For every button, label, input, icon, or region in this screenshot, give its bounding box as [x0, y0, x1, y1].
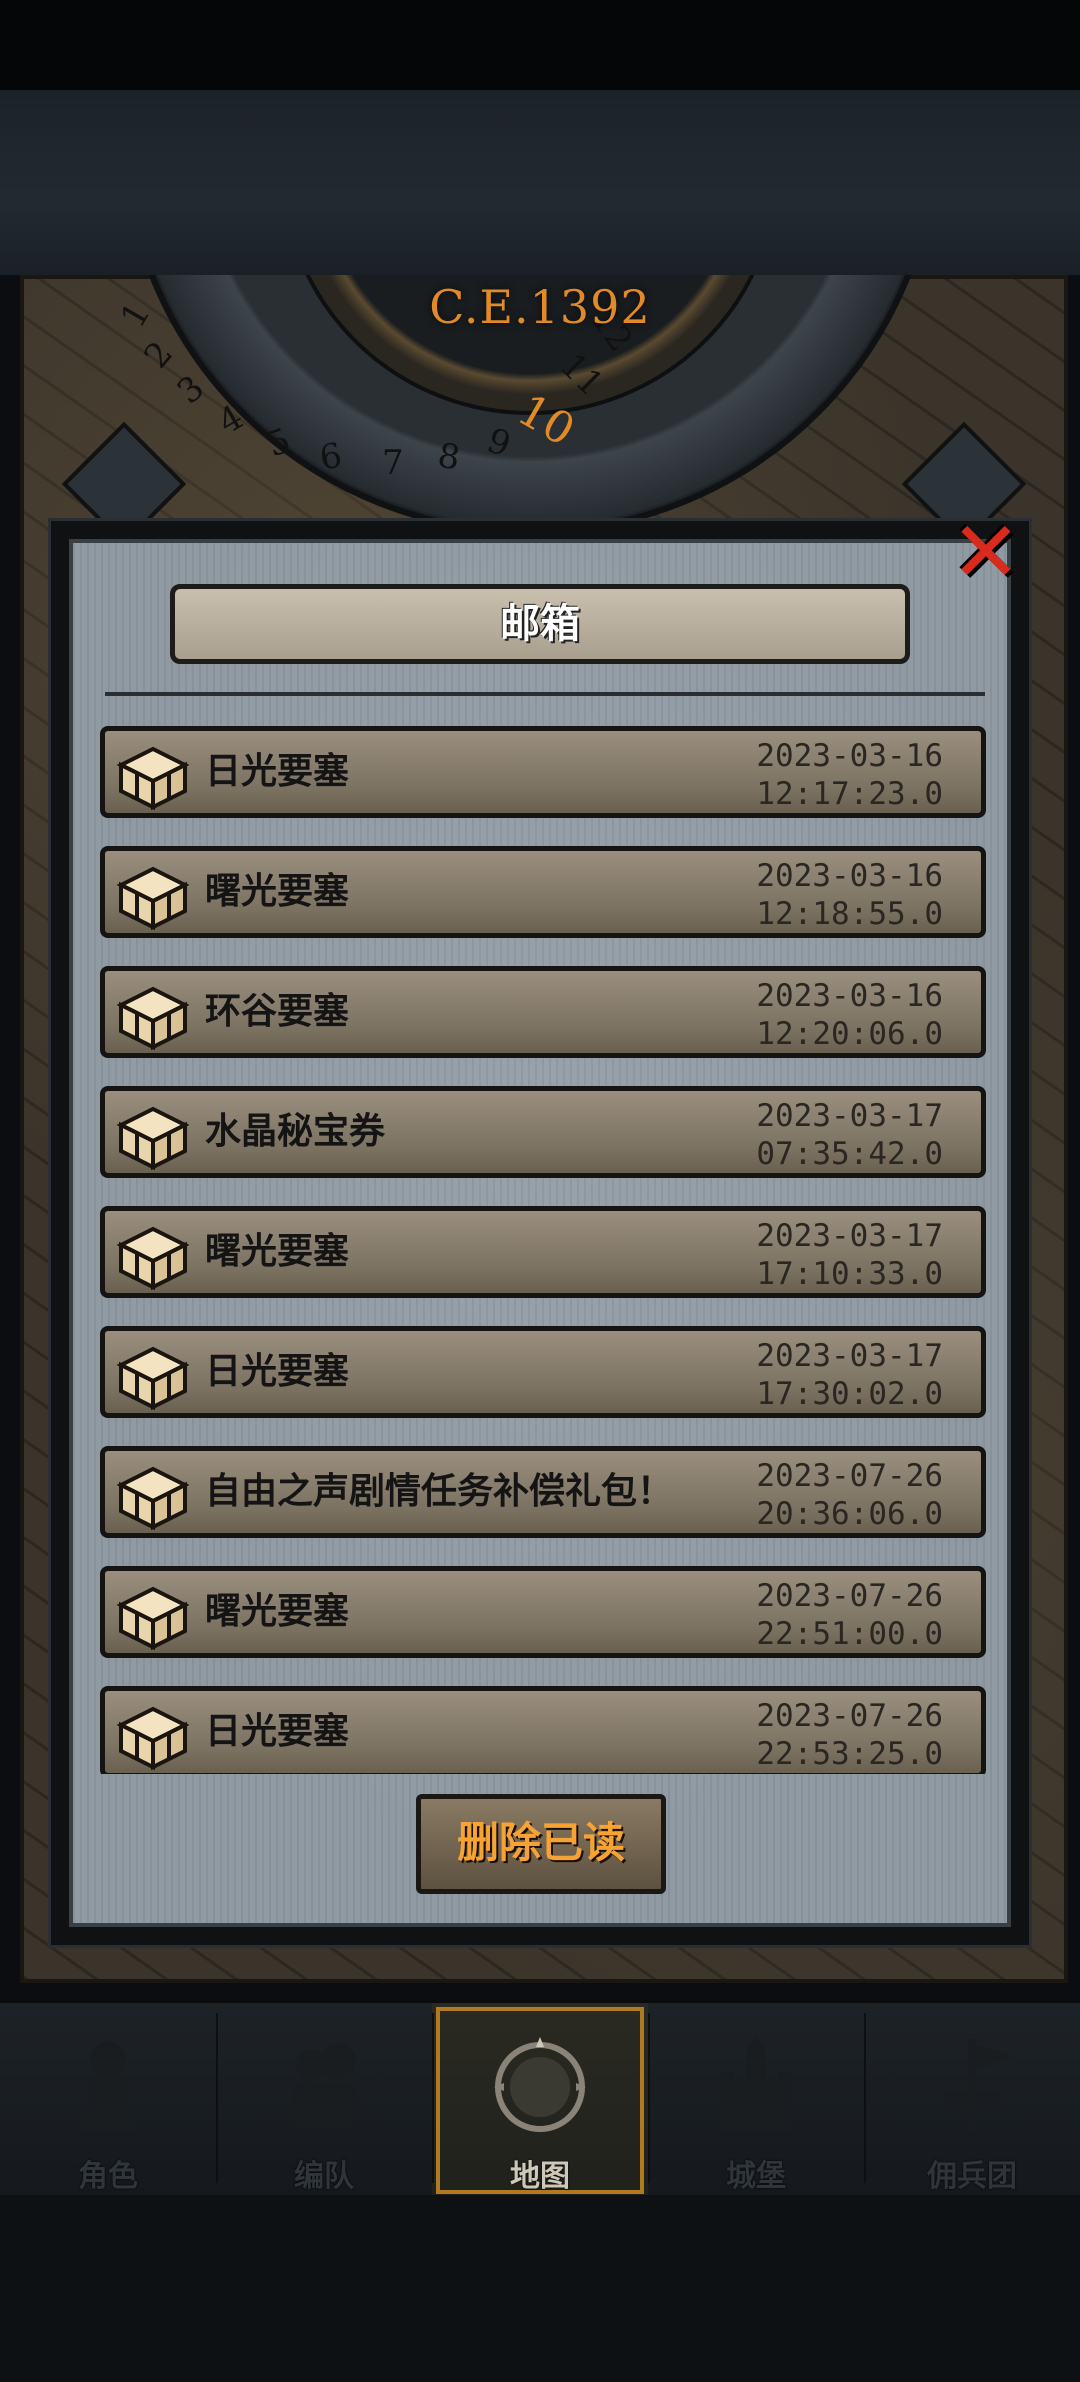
nav-label: 地图 [510, 2159, 570, 2194]
mail-date: 2023-03-17 [756, 1338, 943, 1374]
mail-title: 水晶秘宝券 [205, 1111, 386, 1152]
title-divider [105, 692, 985, 696]
mail-title: 日光要塞 [205, 1711, 350, 1752]
mail-title: 日光要塞 [205, 1351, 350, 1392]
mail-time: 17:30:02.0 [756, 1376, 943, 1412]
mail-timestamp: 2023-07-26 22:51:00.0 [756, 1577, 943, 1653]
nav-separator [648, 2013, 650, 2183]
chest-icon [113, 1335, 193, 1411]
chest-icon [113, 975, 193, 1051]
chest-icon [113, 1455, 193, 1531]
mail-title: 环谷要塞 [205, 991, 350, 1032]
mail-timestamp: 2023-03-17 17:10:33.0 [756, 1217, 943, 1293]
mail-date: 2023-03-17 [756, 1098, 943, 1134]
chest-icon [113, 1095, 193, 1171]
mail-timestamp: 2023-03-17 07:35:42.0 [756, 1097, 943, 1173]
mail-timestamp: 2023-03-16 12:18:55.0 [756, 857, 943, 933]
mail-time: 07:35:42.0 [756, 1136, 943, 1172]
nav-item[interactable]: 佣兵团 [864, 2003, 1080, 2198]
mercenary-banner-icon [922, 2031, 1022, 2141]
status-bar [0, 0, 1080, 90]
system-nav-area [0, 2195, 1080, 2382]
mail-time: 17:10:33.0 [756, 1256, 943, 1292]
mail-time: 12:20:06.0 [756, 1016, 943, 1052]
mail-time: 20:36:06.0 [756, 1496, 943, 1532]
nav-separator [864, 2013, 866, 2183]
mail-item[interactable]: 日光要塞 2023-07-26 22:53:25.0 [100, 1686, 986, 1774]
mail-time: 22:53:25.0 [756, 1736, 943, 1772]
mail-title: 曙光要塞 [205, 871, 350, 912]
mail-timestamp: 2023-03-16 12:17:23.0 [756, 737, 943, 813]
mail-title: 自由之声剧情任务补偿礼包！ [205, 1471, 674, 1512]
nav-separator [216, 2013, 218, 2183]
close-icon[interactable]: ✕ [950, 510, 1022, 594]
mail-item[interactable]: 水晶秘宝券 2023-03-17 07:35:42.0 [100, 1086, 986, 1178]
mail-timestamp: 2023-03-16 12:20:06.0 [756, 977, 943, 1053]
nav-label: 角色 [78, 2159, 138, 2194]
mail-date: 2023-03-16 [756, 858, 943, 894]
chest-icon [113, 1695, 193, 1771]
mail-date: 2023-07-26 [756, 1578, 943, 1614]
year-label: C.E.1392 [429, 280, 651, 334]
chest-icon [113, 1575, 193, 1651]
mail-timestamp: 2023-07-26 20:36:06.0 [756, 1457, 943, 1533]
chest-icon [113, 855, 193, 931]
squad-icon [274, 2031, 374, 2141]
mail-time: 22:51:00.0 [756, 1616, 943, 1652]
mail-item[interactable]: 日光要塞 2023-03-17 17:30:02.0 [100, 1326, 986, 1418]
castle-icon [706, 2031, 806, 2141]
mail-time: 12:17:23.0 [756, 776, 943, 812]
mail-date: 2023-07-26 [756, 1458, 943, 1494]
mail-list[interactable]: 日光要塞 2023-03-16 12:17:23.0 曙光要塞 2023-03-16 12… [100, 726, 986, 1774]
knight-icon [58, 2031, 158, 2141]
dial-number: 2 [136, 333, 182, 377]
chest-icon [113, 735, 193, 811]
mail-date: 2023-07-26 [756, 1698, 943, 1734]
nav-label: 编队 [294, 2159, 354, 2194]
mail-item[interactable]: 曙光要塞 2023-03-16 12:18:55.0 [100, 846, 986, 938]
nav-item[interactable]: 地图 [432, 2003, 648, 2198]
mail-item[interactable]: 自由之声剧情任务补偿礼包！ 2023-07-26 20:36:06.0 [100, 1446, 986, 1538]
bottom-nav: 角色 编队 地图 城堡 佣兵团 [0, 2000, 1080, 2198]
nav-item[interactable]: 编队 [216, 2003, 432, 2198]
mail-item[interactable]: 曙光要塞 2023-03-17 17:10:33.0 [100, 1206, 986, 1298]
mail-date: 2023-03-16 [756, 978, 943, 1014]
mail-title: 日光要塞 [205, 751, 350, 792]
nav-label: 城堡 [726, 2159, 786, 2194]
nav-item[interactable]: 角色 [0, 2003, 216, 2198]
mail-time: 12:18:55.0 [756, 896, 943, 932]
delete-read-button[interactable]: 删除已读 [416, 1794, 666, 1894]
mail-title: 曙光要塞 [205, 1231, 350, 1272]
nav-item[interactable]: 城堡 [648, 2003, 864, 2198]
dialog-title: 邮箱 [170, 584, 910, 664]
top-background [0, 90, 1080, 275]
mail-item[interactable]: 曙光要塞 2023-07-26 22:51:00.0 [100, 1566, 986, 1658]
mail-date: 2023-03-17 [756, 1218, 943, 1254]
nav-label: 佣兵团 [927, 2159, 1017, 2194]
mail-item[interactable]: 日光要塞 2023-03-16 12:17:23.0 [100, 726, 986, 818]
mail-item[interactable]: 环谷要塞 2023-03-16 12:20:06.0 [100, 966, 986, 1058]
compass-map-icon [490, 2031, 590, 2141]
chest-icon [113, 1215, 193, 1291]
mail-date: 2023-03-16 [756, 738, 943, 774]
nav-separator [432, 2013, 434, 2183]
dial-number: 7 [382, 443, 404, 483]
mail-title: 曙光要塞 [205, 1591, 350, 1632]
mail-timestamp: 2023-03-17 17:30:02.0 [756, 1337, 943, 1413]
mail-timestamp: 2023-07-26 22:53:25.0 [756, 1697, 943, 1773]
